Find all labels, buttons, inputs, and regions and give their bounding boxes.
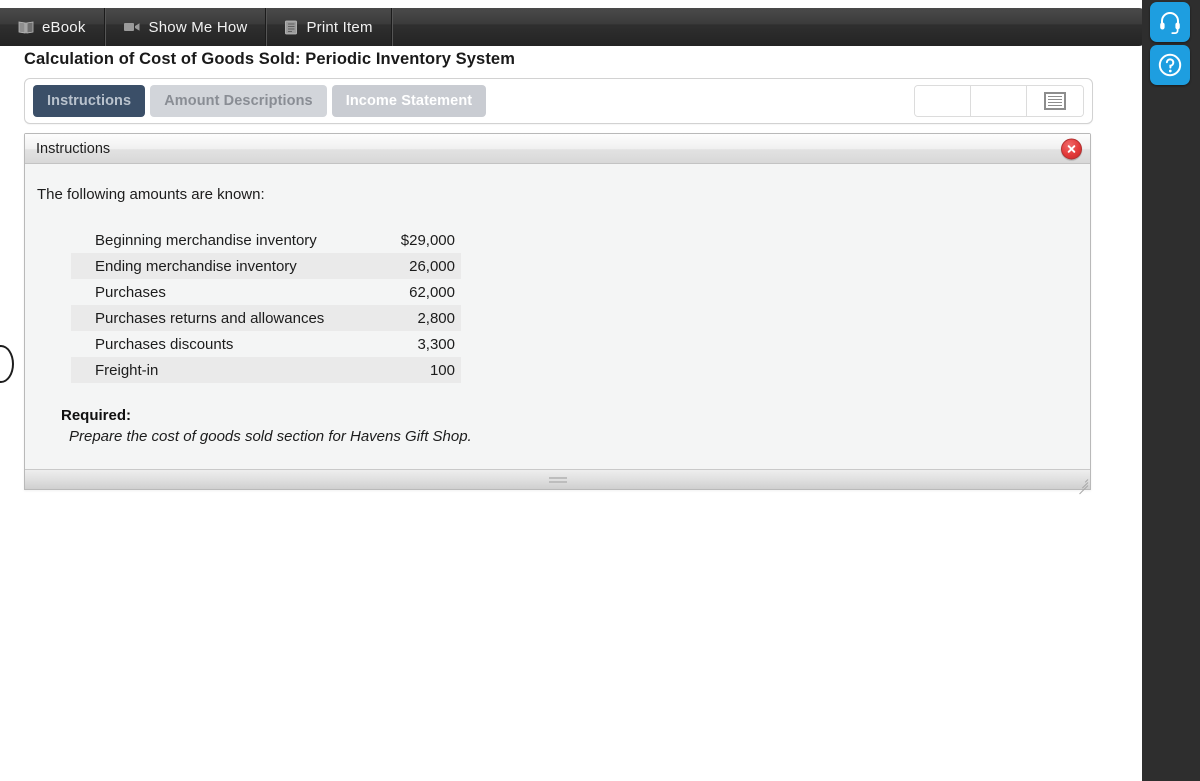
row-label: Beginning merchandise inventory — [95, 231, 317, 249]
tab-amount-descriptions[interactable]: Amount Descriptions — [150, 85, 327, 117]
row-label: Purchases discounts — [95, 335, 234, 353]
document-icon — [284, 20, 298, 35]
page-title: Calculation of Cost of Goods Sold: Perio… — [24, 50, 515, 68]
table-row: Purchases returns and allowances 2,800 — [71, 305, 461, 331]
row-value: $29,000 — [400, 231, 455, 249]
row-value: 2,800 — [386, 305, 461, 331]
row-value: 26,000 — [386, 253, 461, 279]
tab-instructions[interactable]: Instructions — [33, 85, 146, 117]
table-row: Purchases discounts 3,300 — [71, 331, 461, 357]
toolbar-slot-2[interactable] — [971, 86, 1027, 116]
row-label: Freight-in — [71, 357, 387, 383]
tab-panel: Instructions Amount Descriptions Income … — [24, 78, 1093, 124]
tab-income-statement-label: Income Statement — [345, 93, 473, 109]
table-row: Ending merchandise inventory 26,000 — [71, 253, 461, 279]
instructions-lead-text: The following amounts are known: — [37, 186, 265, 203]
row-label: Purchases — [95, 283, 166, 301]
print-item-button[interactable]: Print Item — [266, 8, 392, 46]
top-toolbar: eBook Show Me How Print Item — [0, 8, 1146, 46]
row-label: Purchases returns and allowances — [71, 305, 387, 331]
video-camera-icon — [123, 21, 141, 33]
resize-handle-icon[interactable] — [1075, 475, 1089, 495]
row-label: Ending merchandise inventory — [71, 253, 387, 279]
tab-income-statement[interactable]: Income Statement — [331, 85, 487, 117]
instructions-window: Instructions The following amounts are k… — [24, 133, 1091, 495]
instructions-window-title: Instructions — [36, 140, 111, 157]
show-me-how-label: Show Me How — [148, 18, 248, 36]
question-mark-icon — [1157, 52, 1183, 78]
row-value: 62,000 — [409, 283, 455, 301]
table-row: Freight-in 100 — [71, 357, 461, 383]
headset-icon — [1157, 9, 1183, 35]
help-button[interactable] — [1150, 45, 1190, 85]
right-rail — [1142, 0, 1200, 781]
drag-grip-icon[interactable] — [548, 476, 567, 483]
panel-toolbar — [914, 85, 1084, 117]
support-button[interactable] — [1150, 2, 1190, 42]
toolbar-slot-menu[interactable] — [1027, 86, 1083, 116]
instructions-window-body: The following amounts are known: Beginni… — [25, 164, 1090, 469]
show-me-how-button[interactable]: Show Me How — [105, 8, 267, 46]
instructions-window-footer[interactable] — [25, 469, 1090, 495]
tab-instructions-label: Instructions — [47, 93, 132, 109]
list-icon — [1044, 92, 1066, 110]
table-row: Beginning merchandise inventory $29,000 — [71, 227, 461, 253]
required-text: Prepare the cost of goods sold section f… — [69, 428, 472, 445]
instructions-window-titlebar: Instructions — [25, 134, 1090, 164]
book-icon — [18, 20, 34, 34]
table-row: Purchases 62,000 — [71, 279, 461, 305]
known-amounts-table: Beginning merchandise inventory $29,000 … — [71, 227, 461, 383]
ebook-label: eBook — [42, 18, 86, 36]
print-item-label: Print Item — [306, 18, 373, 36]
close-icon[interactable] — [1061, 138, 1082, 159]
row-value: 3,300 — [417, 335, 455, 353]
row-value: 100 — [386, 357, 461, 383]
required-block: Required: Prepare the cost of goods sold… — [61, 407, 1090, 445]
app-root: eBook Show Me How Print Item Calculation… — [0, 0, 1200, 781]
toolbar-slot-1[interactable] — [915, 86, 971, 116]
required-label: Required: — [61, 407, 132, 424]
tab-list: Instructions Amount Descriptions Income … — [33, 85, 487, 117]
tab-amount-descriptions-label: Amount Descriptions — [164, 93, 313, 109]
ebook-button[interactable]: eBook — [0, 8, 105, 46]
toolbar-empty-area — [392, 8, 1146, 46]
